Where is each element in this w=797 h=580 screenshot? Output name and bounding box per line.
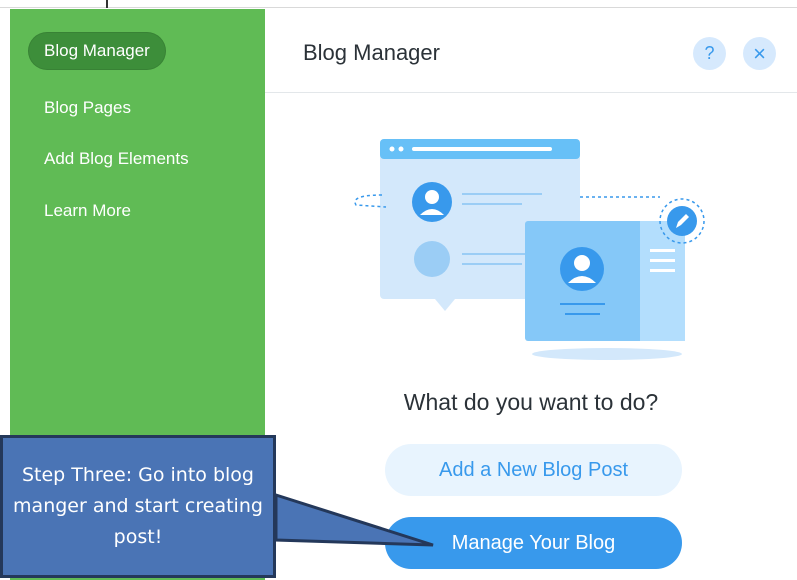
cursor-tick bbox=[106, 0, 108, 8]
annotation-callout: Step Three: Go into blog manger and star… bbox=[0, 435, 276, 578]
add-new-blog-post-button[interactable]: Add a New Blog Post bbox=[385, 444, 682, 496]
close-button[interactable]: × bbox=[743, 37, 776, 70]
callout-text: Step Three: Go into blog manger and star… bbox=[13, 464, 263, 548]
panel-title: Blog Manager bbox=[303, 40, 440, 65]
question-mark-icon: ? bbox=[704, 43, 715, 63]
top-strip bbox=[0, 0, 797, 8]
panel-header: Blog Manager ? × bbox=[265, 9, 797, 93]
sidebar-item-add-blog-elements[interactable]: Add Blog Elements bbox=[28, 140, 205, 178]
close-icon: × bbox=[753, 40, 766, 66]
blog-illustration bbox=[354, 139, 705, 360]
blog-manager-panel: Blog Manager ? × What do you want to do?… bbox=[265, 9, 797, 580]
sidebar-item-blog-pages[interactable]: Blog Pages bbox=[28, 89, 147, 127]
question-heading: What do you want to do? bbox=[403, 389, 659, 415]
sidebar-item-learn-more[interactable]: Learn More bbox=[28, 192, 147, 230]
sidebar-item-blog-manager[interactable]: Blog Manager bbox=[28, 32, 166, 70]
front-card-graphic bbox=[525, 221, 685, 341]
manage-your-blog-button[interactable]: Manage Your Blog bbox=[385, 517, 682, 569]
help-button[interactable]: ? bbox=[693, 37, 726, 70]
